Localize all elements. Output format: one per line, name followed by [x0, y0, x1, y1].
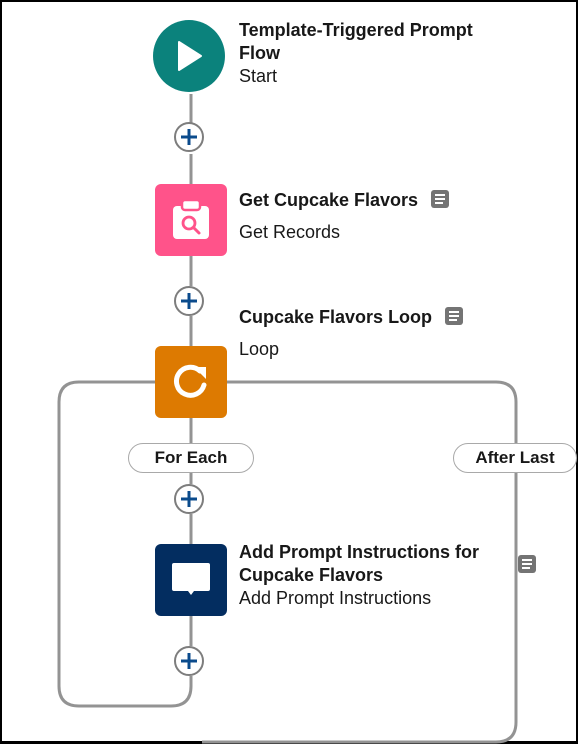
add-element-button[interactable] [174, 122, 204, 152]
prompt-node-title: Add Prompt Instructions for [239, 542, 479, 562]
start-node-label: Template-Triggered Prompt Flow Start [239, 19, 473, 88]
add-element-button[interactable] [174, 484, 204, 514]
after-last-branch-label[interactable]: After Last [453, 443, 577, 473]
record-lookup-icon [173, 199, 209, 239]
loop-node-title: Cupcake Flavors Loop [239, 307, 433, 327]
get-records-node-type: Get Records [239, 222, 341, 242]
for-each-branch-label[interactable]: For Each [128, 443, 254, 473]
start-node-title-line2: Flow [239, 43, 280, 63]
start-node-icon[interactable] [153, 20, 225, 92]
description-icon[interactable] [431, 190, 450, 209]
prompt-node-type: Add Prompt Instructions [239, 588, 432, 608]
start-node-type: Start [239, 66, 278, 86]
connector-after-last [227, 380, 518, 443]
add-element-button[interactable] [174, 646, 204, 676]
prompt-node-label: Add Prompt Instructions for Cupcake Flav… [239, 541, 479, 610]
prompt-node-icon[interactable] [155, 544, 227, 616]
get-records-node-icon[interactable] [155, 184, 227, 256]
start-node-title: Template-Triggered Prompt [239, 20, 473, 40]
prompt-node-title-line2: Cupcake Flavors [239, 565, 384, 585]
flow-canvas: Template-Triggered Prompt Flow Start Get… [0, 0, 578, 744]
loop-node-label: Cupcake Flavors Loop Loop [239, 306, 464, 361]
plus-icon [181, 129, 197, 145]
plus-icon [181, 293, 197, 309]
description-icon[interactable] [518, 555, 536, 573]
plus-icon [181, 491, 197, 507]
description-icon[interactable] [445, 307, 464, 326]
get-records-node-title: Get Cupcake Flavors [239, 190, 419, 210]
loop-node-type: Loop [239, 339, 280, 359]
play-icon [178, 41, 202, 71]
prompt-instructions-icon [172, 563, 210, 595]
plus-icon [181, 653, 197, 669]
get-records-node-label: Get Cupcake Flavors Get Records [239, 189, 450, 244]
loop-node-icon[interactable] [155, 346, 227, 418]
loop-icon [174, 364, 207, 398]
flow-connectors [57, 94, 518, 744]
add-element-button[interactable] [174, 286, 204, 316]
